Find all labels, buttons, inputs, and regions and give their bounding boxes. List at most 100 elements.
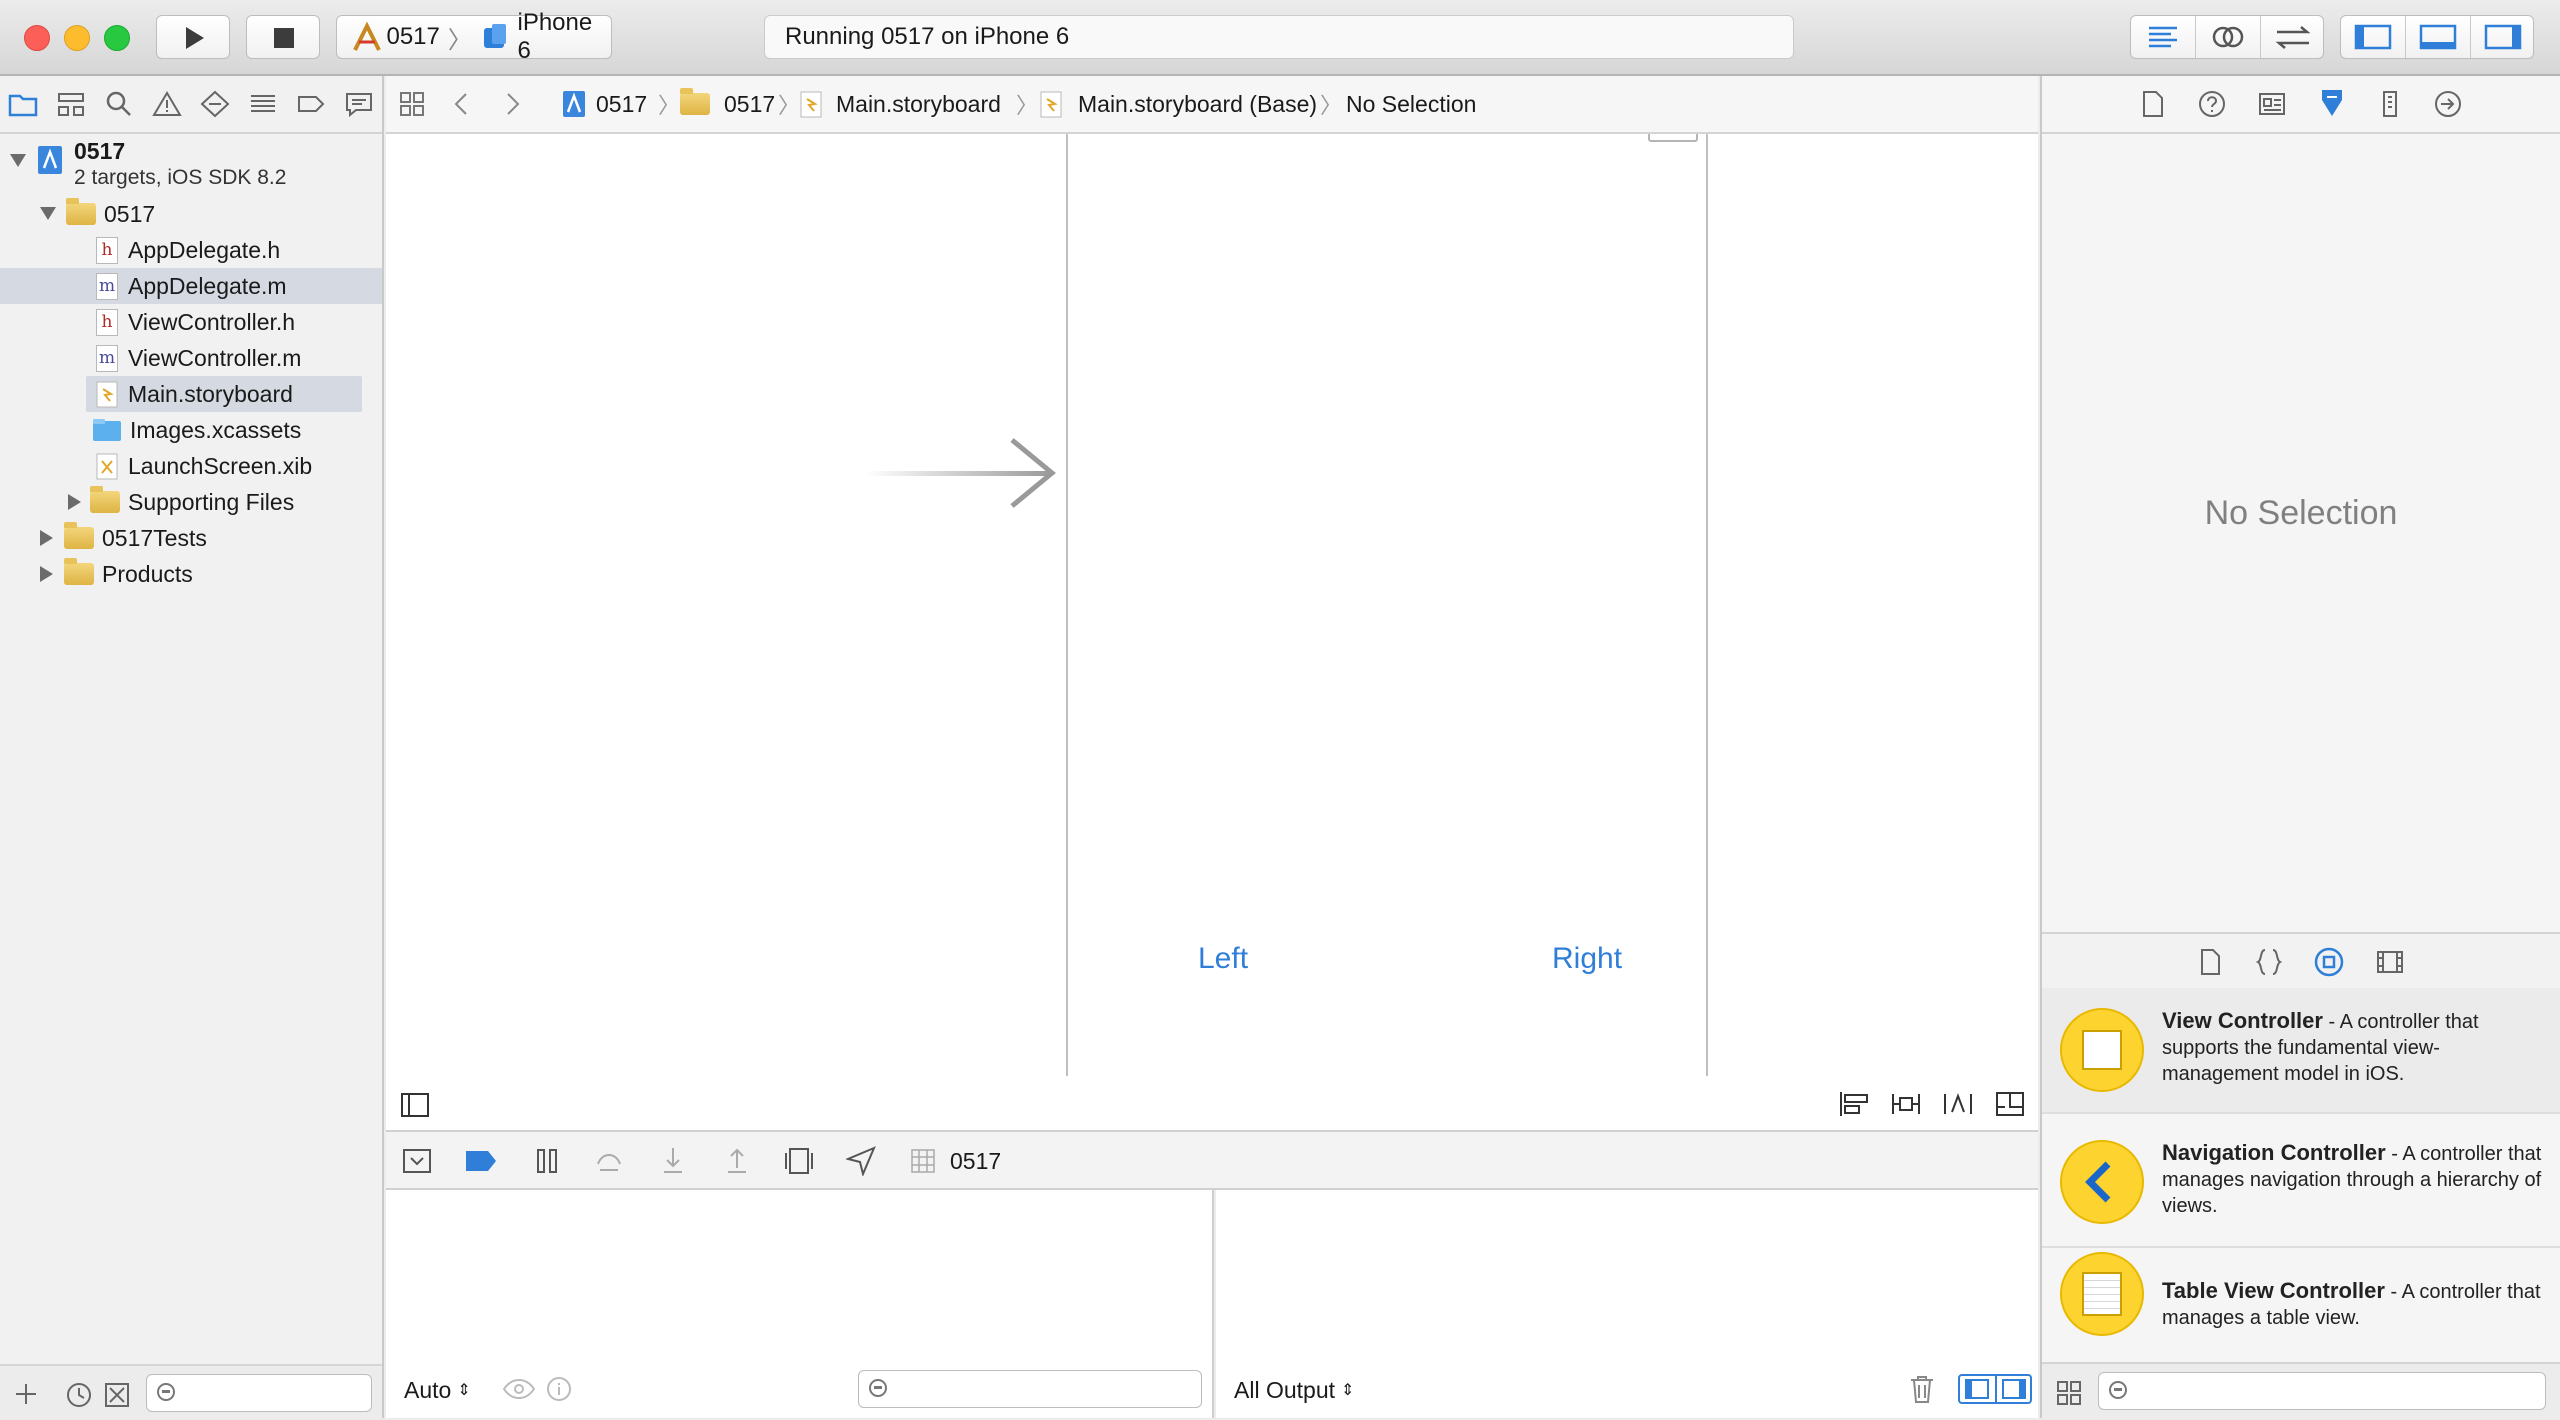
tree-item-products[interactable]: Products: [0, 556, 382, 592]
connections-inspector-icon[interactable]: [2434, 90, 2462, 118]
minimize-window-button[interactable]: [64, 25, 90, 51]
hide-debug-area-icon[interactable]: [402, 1146, 432, 1176]
version-editor-button[interactable]: [2261, 16, 2325, 58]
pin-icon[interactable]: [1890, 1090, 1922, 1118]
quick-look-eye-icon[interactable]: [502, 1376, 536, 1402]
trash-icon[interactable]: [1908, 1374, 1936, 1404]
implementation-file-icon: m: [96, 272, 118, 300]
close-window-button[interactable]: [24, 25, 50, 51]
process-name[interactable]: 0517: [950, 1148, 1001, 1175]
info-icon[interactable]: [546, 1376, 572, 1402]
assistant-editor-button[interactable]: [2196, 16, 2261, 58]
toggle-utilities-button[interactable]: [2471, 16, 2535, 58]
back-arrow-icon[interactable]: [452, 92, 470, 116]
storyboard-canvas[interactable]: Left Right: [386, 134, 2038, 1130]
breadcrumb-selection[interactable]: No Selection: [1346, 89, 1476, 119]
search-icon[interactable]: [104, 90, 134, 118]
library-item-navigation-controller[interactable]: Navigation Controller - A controller tha…: [2042, 1114, 2560, 1248]
recent-files-clock-icon[interactable]: [66, 1382, 92, 1408]
library-item-text: View Controller - A controller that supp…: [2162, 1008, 2542, 1087]
show-console-button[interactable]: [1997, 1376, 2032, 1402]
console-view[interactable]: All Output ⇕: [1216, 1190, 2038, 1418]
stop-button[interactable]: [246, 15, 320, 59]
library-filter-bar: [2042, 1362, 2560, 1420]
disclosure-open-icon[interactable]: [10, 154, 26, 168]
library-item-view-controller[interactable]: View Controller - A controller that supp…: [2042, 988, 2560, 1114]
breakpoints-toggle-icon[interactable]: [464, 1148, 498, 1174]
zoom-window-button[interactable]: [104, 25, 130, 51]
run-button[interactable]: [156, 15, 230, 59]
simulate-location-icon[interactable]: [846, 1146, 876, 1176]
tree-item-supporting-files[interactable]: Supporting Files: [0, 484, 382, 520]
breadcrumb-group[interactable]: 0517: [680, 88, 775, 119]
related-items-grid-icon[interactable]: [398, 90, 426, 118]
variables-filter-field[interactable]: [858, 1370, 1202, 1408]
tree-item-launchscreen-xib[interactable]: LaunchScreen.xib: [0, 448, 382, 484]
tree-item-main-storyboard[interactable]: Main.storyboard: [86, 376, 362, 412]
warning-icon[interactable]: [152, 90, 182, 118]
view-controller-scene[interactable]: Left Right: [1066, 134, 1708, 1076]
file-template-icon[interactable]: [2198, 948, 2222, 976]
step-over-icon[interactable]: [594, 1146, 624, 1176]
standard-editor-button[interactable]: [2131, 16, 2196, 58]
variables-scope-popup[interactable]: Auto ⇕: [404, 1362, 471, 1418]
tree-item-images-xcassets[interactable]: Images.xcassets: [0, 412, 382, 448]
variables-view[interactable]: Auto ⇕: [386, 1190, 1214, 1418]
folder-icon: [680, 88, 710, 115]
library-filter-field[interactable]: [2098, 1372, 2546, 1410]
left-button[interactable]: Left: [1198, 942, 1248, 976]
modified-files-icon[interactable]: [104, 1382, 130, 1408]
tree-item-0517-group[interactable]: 0517: [0, 196, 382, 232]
attributes-inspector-icon[interactable]: [2318, 88, 2346, 120]
resizing-behavior-icon[interactable]: [1994, 1090, 2026, 1118]
navigator-filter-field[interactable]: [146, 1374, 372, 1412]
show-variables-button[interactable]: [1960, 1376, 1997, 1402]
activity-viewer: Running 0517 on iPhone 6: [764, 15, 1794, 59]
folder-icon: [64, 558, 94, 585]
disclosure-closed-icon: [40, 530, 53, 546]
library-item-table-view-controller[interactable]: Table View Controller - A controller tha…: [2042, 1248, 2560, 1362]
breadcrumb-storyboard-base[interactable]: Main.storyboard (Base): [1040, 89, 1317, 119]
header-file-icon: h: [96, 236, 118, 264]
document-outline-toggle-icon[interactable]: [400, 1092, 430, 1118]
object-library-icon[interactable]: [2314, 947, 2344, 977]
file-inspector-icon[interactable]: [2140, 90, 2166, 118]
align-icon[interactable]: [1838, 1090, 1870, 1118]
breakpoint-tag-icon[interactable]: [296, 90, 326, 118]
debug-list-icon[interactable]: [248, 90, 278, 118]
symbol-hierarchy-icon[interactable]: [56, 90, 86, 118]
console-output-popup[interactable]: All Output ⇕: [1234, 1362, 1354, 1418]
test-diamond-icon[interactable]: [200, 90, 230, 118]
code-snippet-icon[interactable]: [2256, 948, 2282, 976]
tree-item-appdelegate-h[interactable]: h AppDelegate.h: [0, 232, 382, 268]
pause-icon[interactable]: [532, 1146, 562, 1176]
right-button[interactable]: Right: [1552, 942, 1622, 976]
scheme-selector[interactable]: 0517 〉 iPhone 6: [336, 9, 612, 64]
identity-inspector-icon[interactable]: [2258, 90, 2286, 118]
step-out-icon[interactable]: [722, 1146, 752, 1176]
view-debugger-icon[interactable]: [784, 1146, 814, 1176]
breadcrumb-storyboard[interactable]: Main.storyboard: [800, 89, 1001, 119]
step-in-icon[interactable]: [658, 1146, 688, 1176]
table-view-controller-icon: [2060, 1252, 2144, 1336]
view-toggles-control: [2340, 15, 2534, 59]
folder-tab-icon[interactable]: [8, 90, 38, 118]
tree-item-viewcontroller-h[interactable]: h ViewController.h: [0, 304, 382, 340]
tree-item-appdelegate-m[interactable]: m AppDelegate.m: [0, 268, 382, 304]
forward-arrow-icon[interactable]: [504, 92, 522, 116]
project-name[interactable]: 0517: [74, 138, 125, 165]
quick-help-icon[interactable]: [2198, 90, 2226, 118]
breadcrumb-project[interactable]: 0517: [562, 89, 647, 119]
grid-view-icon[interactable]: [2056, 1380, 2082, 1406]
toggle-debug-area-button[interactable]: [2406, 16, 2471, 58]
toggle-navigator-button[interactable]: [2341, 16, 2406, 58]
scene-dock-handle[interactable]: [1648, 134, 1698, 142]
asset-catalog-icon: [93, 419, 121, 441]
size-inspector-icon[interactable]: [2380, 90, 2400, 118]
resolve-auto-layout-icon[interactable]: [1942, 1090, 1974, 1118]
tree-item-viewcontroller-m[interactable]: m ViewController.m: [0, 340, 382, 376]
log-bubble-icon[interactable]: [344, 90, 374, 118]
media-library-icon[interactable]: [2376, 948, 2404, 976]
add-icon[interactable]: [14, 1382, 38, 1406]
tree-item-0517tests[interactable]: 0517Tests: [0, 520, 382, 556]
